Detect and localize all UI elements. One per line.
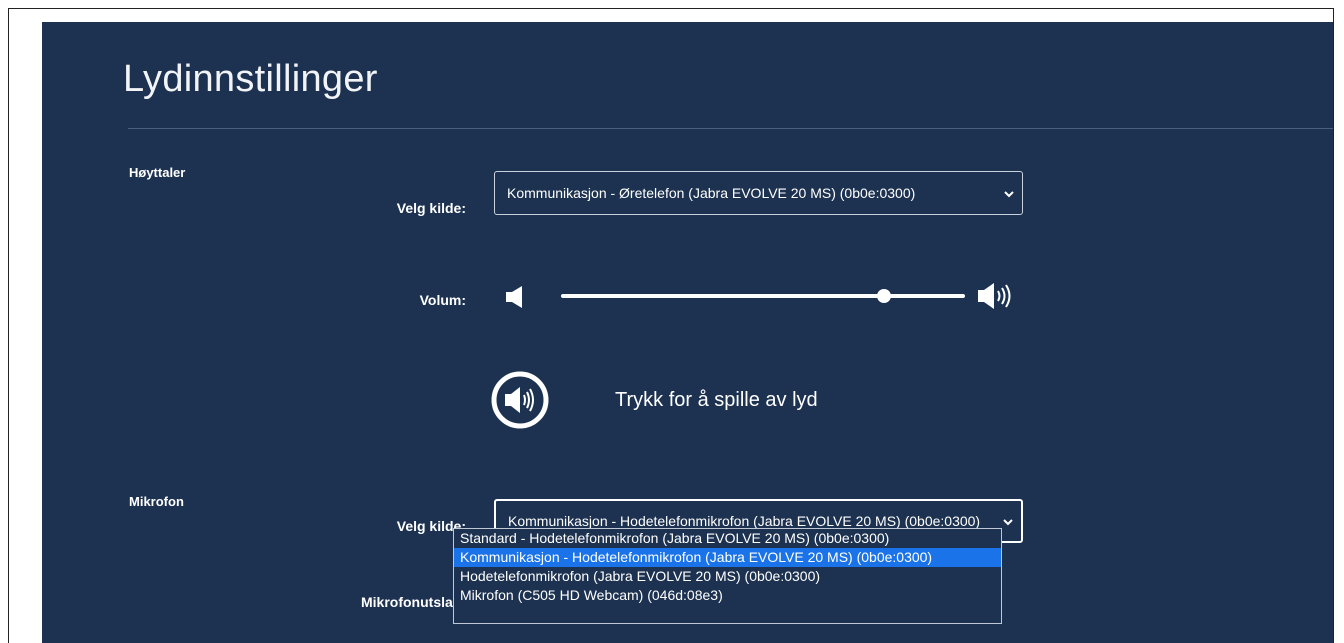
dropdown-option[interactable]: Kommunikasjon - Hodetelefonmikrofon (Jab… <box>454 548 1001 567</box>
volume-slider-track[interactable] <box>561 294 965 298</box>
microphone-section-label: Mikrofon <box>129 494 184 509</box>
speaker-source-value: Kommunikasjon - Øretelefon (Jabra EVOLVE… <box>507 185 916 201</box>
microphone-source-value: Kommunikasjon - Hodetelefonmikrofon (Jab… <box>508 513 981 529</box>
chevron-down-icon <box>996 185 1022 201</box>
chevron-down-icon <box>995 513 1021 529</box>
play-sound-button[interactable]: Trykk for å spille av lyd <box>615 389 818 412</box>
volume-slider-thumb[interactable] <box>877 289 892 303</box>
dropdown-option[interactable]: Standard - Hodetelefonmikrofon (Jabra EV… <box>454 529 1001 548</box>
dropdown-option[interactable]: Hodetelefonmikrofon (Jabra EVOLVE 20 MS)… <box>454 567 1001 586</box>
microphone-source-dropdown[interactable]: Standard - Hodetelefonmikrofon (Jabra EV… <box>453 528 1002 624</box>
speaker-source-label: Velg kilde: <box>396 200 466 216</box>
page-title: Lydinnstillinger <box>123 58 378 100</box>
speaker-high-icon[interactable] <box>978 282 1012 315</box>
speaker-section-label: Høyttaler <box>129 165 186 180</box>
title-divider <box>128 128 1333 129</box>
speaker-low-icon[interactable] <box>506 286 524 313</box>
dropdown-option[interactable]: Mikrofon (C505 HD Webcam) (046d:08e3) <box>454 586 1001 605</box>
volume-label: Volum: <box>419 292 466 308</box>
microphone-source-label: Velg kilde: <box>396 518 466 534</box>
play-sound-icon[interactable] <box>489 369 551 431</box>
microphone-level-label: Mikrofonutslag: <box>361 594 466 610</box>
speaker-source-select[interactable]: Kommunikasjon - Øretelefon (Jabra EVOLVE… <box>494 171 1023 215</box>
